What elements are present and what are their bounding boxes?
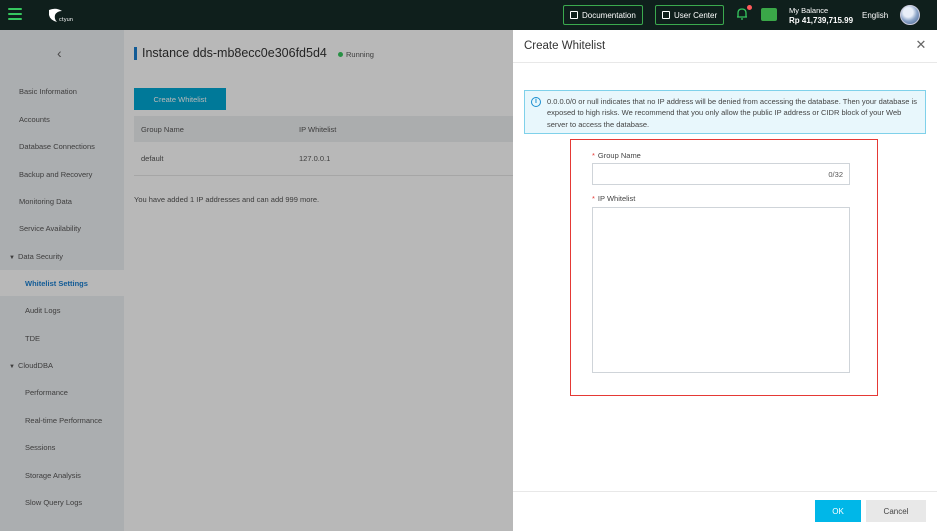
avatar[interactable] bbox=[900, 5, 920, 25]
monitor-icon bbox=[662, 11, 670, 19]
ip-whitelist-label-text: IP Whitelist bbox=[597, 194, 636, 203]
language-selector[interactable]: English bbox=[862, 11, 888, 20]
group-name-label-text: Group Name bbox=[597, 151, 641, 160]
info-icon: i bbox=[531, 97, 541, 107]
balance-label: My Balance bbox=[789, 6, 829, 15]
create-whitelist-drawer: Create Whitelist ✕ i 0.0.0.0/0 or null i… bbox=[513, 30, 937, 531]
character-counter: 0/32 bbox=[828, 170, 843, 179]
notification-badge bbox=[747, 5, 752, 10]
info-alert: i 0.0.0.0/0 or null indicates that no IP… bbox=[524, 90, 926, 134]
ok-button[interactable]: OK bbox=[815, 500, 861, 522]
wallet-icon[interactable] bbox=[761, 8, 777, 21]
group-name-label: * Group Name bbox=[592, 151, 641, 160]
close-icon[interactable]: ✕ bbox=[914, 38, 928, 52]
user-center-label: User Center bbox=[674, 10, 718, 20]
document-icon bbox=[570, 11, 578, 19]
user-center-button[interactable]: User Center bbox=[655, 5, 725, 25]
documentation-label: Documentation bbox=[582, 10, 636, 20]
required-marker: * bbox=[592, 194, 595, 203]
group-name-input[interactable]: 0/32 bbox=[592, 163, 850, 185]
balance-value: Rp 41,739,715.99 bbox=[789, 16, 854, 25]
drawer-footer: OK Cancel bbox=[513, 491, 937, 531]
info-alert-text: 0.0.0.0/0 or null indicates that no IP a… bbox=[547, 97, 917, 129]
drawer-title: Create Whitelist bbox=[524, 40, 606, 52]
ip-whitelist-label: * IP Whitelist bbox=[592, 194, 635, 203]
menu-icon[interactable] bbox=[8, 8, 22, 20]
required-marker: * bbox=[592, 151, 595, 160]
cancel-button[interactable]: Cancel bbox=[866, 500, 926, 522]
ip-whitelist-textarea[interactable] bbox=[592, 207, 850, 373]
top-navigation-bar: ctyun Documentation User Center My Balan… bbox=[0, 0, 937, 30]
drawer-header: Create Whitelist ✕ bbox=[513, 30, 937, 63]
documentation-button[interactable]: Documentation bbox=[563, 5, 643, 25]
logo-text: ctyun bbox=[59, 17, 74, 23]
